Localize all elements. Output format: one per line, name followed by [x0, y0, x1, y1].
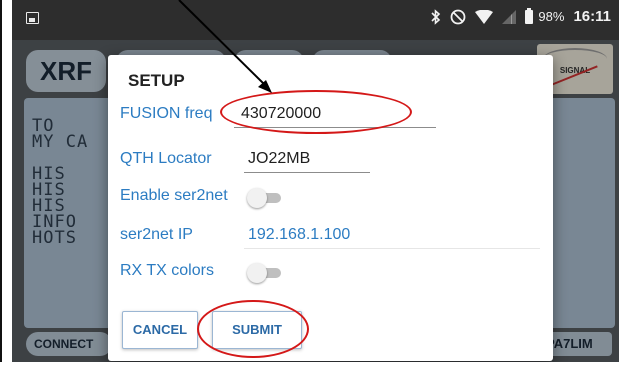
qth-locator-label: QTH Locator — [120, 150, 212, 167]
qth-locator-input[interactable]: JO22MB — [248, 150, 310, 168]
ser2net-ip-underline — [244, 248, 540, 249]
status-icons: 98% 16:11 — [431, 7, 611, 25]
dialog-title: SETUP — [128, 71, 185, 90]
cancel-button[interactable]: CANCEL — [122, 311, 198, 349]
ser2net-ip-label: ser2net IP — [120, 226, 193, 243]
wifi-icon — [475, 9, 494, 24]
fusion-freq-underline — [234, 127, 436, 128]
phone-screen: 98% 16:11 XRF SIGNAL TO MY CА HIS HIS HI… — [12, 0, 619, 362]
bluetooth-icon — [431, 8, 441, 25]
cell-signal-icon — [502, 9, 517, 24]
enable-ser2net-toggle[interactable] — [247, 188, 283, 208]
qth-locator-underline — [244, 172, 370, 173]
rx-tx-colors-label: RX TX colors — [120, 262, 214, 279]
rx-tx-colors-toggle[interactable] — [247, 263, 283, 283]
battery-icon — [525, 7, 534, 24]
fusion-freq-label: FUSION freq — [120, 105, 213, 122]
fusion-freq-input[interactable]: 430720000 — [241, 105, 321, 123]
screenshot-bottom-margin — [0, 362, 619, 367]
status-bar: 98% 16:11 — [12, 0, 619, 40]
enable-ser2net-label: Enable ser2net — [120, 187, 228, 204]
setup-dialog: SETUP FUSION freq 430720000 QTH Locator … — [108, 55, 553, 361]
do-not-disturb-icon — [451, 9, 466, 24]
clock: 16:11 — [573, 8, 611, 25]
screenshot-left-border — [0, 0, 2, 367]
battery-percent: 98% — [538, 9, 565, 24]
ser2net-ip-value[interactable]: 192.168.1.100 — [248, 226, 350, 244]
gallery-icon — [26, 12, 39, 24]
submit-button[interactable]: SUBMIT — [212, 311, 302, 349]
